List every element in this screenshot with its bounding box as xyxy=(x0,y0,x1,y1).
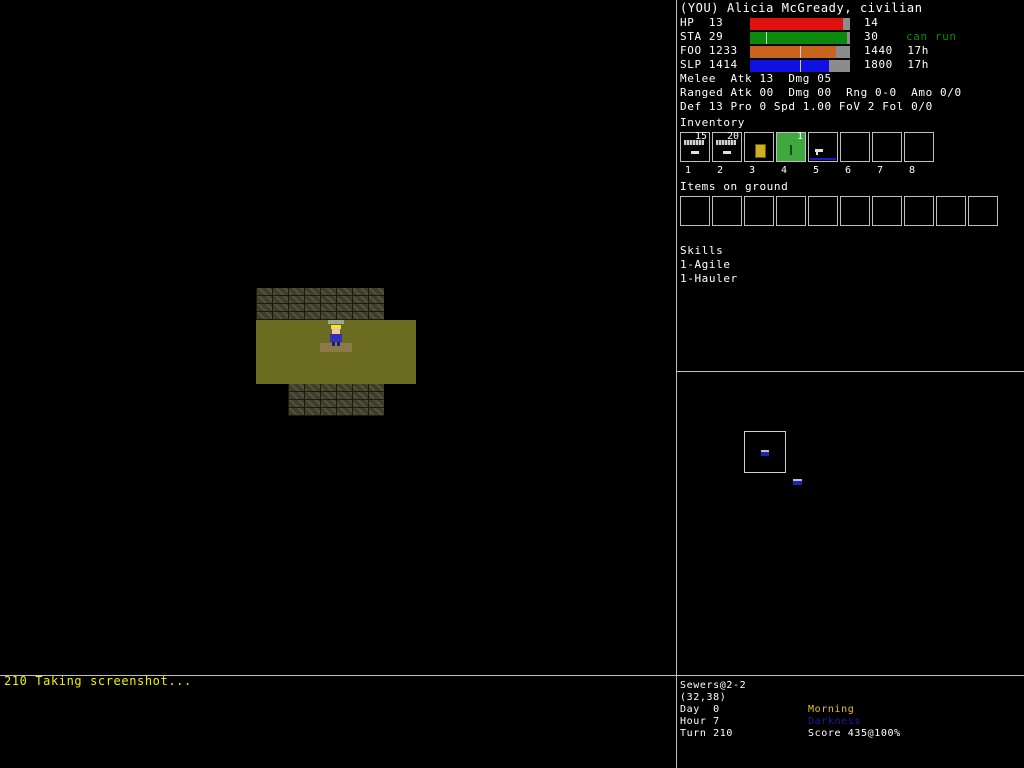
slot-number: 2 xyxy=(717,165,724,176)
ground-slot-8[interactable] xyxy=(904,196,934,226)
inventory-slot-8[interactable] xyxy=(904,132,934,162)
minimap-marker xyxy=(793,479,802,485)
ground-slot-9[interactable] xyxy=(936,196,966,226)
food-max: 1440 17h xyxy=(864,44,930,57)
pistol-icon xyxy=(691,151,699,154)
map-view[interactable] xyxy=(0,0,676,675)
inventory-slot-4[interactable]: 1 xyxy=(776,132,806,162)
game-screen: (YOU) Alicia McGready, civilian HP 13 14… xyxy=(0,0,1024,768)
skill-item: 1-Agile xyxy=(680,258,731,271)
sta-bar xyxy=(750,32,850,44)
ground-slot-3[interactable] xyxy=(744,196,774,226)
hp-max: 14 xyxy=(864,16,879,29)
slot-qty: 20 xyxy=(726,131,739,142)
knife-icon xyxy=(790,145,792,155)
sta-label: STA 29 xyxy=(680,30,724,43)
can-run-status: can run xyxy=(906,30,957,43)
food-bar xyxy=(750,46,850,58)
sewer-wall-bottom xyxy=(288,384,384,416)
ground-slot-2[interactable] xyxy=(712,196,742,226)
defense-stats: Def 13 Pro 0 Spd 1.00 FoV 2 Fol 0/0 xyxy=(680,100,933,113)
inventory-slot-6[interactable] xyxy=(840,132,870,162)
pistol-icon xyxy=(723,151,731,154)
message-line: 210 Taking screenshot... xyxy=(4,674,192,688)
ground-slot-7[interactable] xyxy=(872,196,902,226)
inventory-slot-2[interactable]: 20 xyxy=(712,132,742,162)
turn-text: Turn 210 xyxy=(680,728,733,739)
ranged-stats: Ranged Atk 00 Dmg 00 Rng 0-0 Amo 0/0 xyxy=(680,86,962,99)
minimap[interactable] xyxy=(677,372,1024,675)
inventory-slot-5[interactable] xyxy=(808,132,838,162)
sleep-max: 1800 17h xyxy=(864,58,930,71)
slot-number: 6 xyxy=(845,165,852,176)
ground-heading: Items on ground xyxy=(680,180,789,193)
melee-stats: Melee Atk 13 Dmg 05 xyxy=(680,72,832,85)
slot-qty: 15 xyxy=(694,131,707,142)
slot-number: 7 xyxy=(877,165,884,176)
character-title: (YOU) Alicia McGready, civilian xyxy=(680,1,923,15)
player-sprite[interactable] xyxy=(326,320,346,348)
inventory-heading: Inventory xyxy=(680,116,746,129)
ground-slot-10[interactable] xyxy=(968,196,998,226)
sewer-wall-top xyxy=(256,288,384,320)
score-text: Score 435@100% xyxy=(808,728,901,739)
pistol-grip-icon xyxy=(816,151,818,155)
food-label: FOO 1233 xyxy=(680,44,738,57)
sleep-label: SLP 1414 xyxy=(680,58,738,71)
food-can-icon xyxy=(755,144,766,158)
ground-slot-6[interactable] xyxy=(840,196,870,226)
skill-item: 1-Hauler xyxy=(680,272,738,285)
slot-number: 3 xyxy=(749,165,756,176)
inventory-slot-7[interactable] xyxy=(872,132,902,162)
ground-slot-1[interactable] xyxy=(680,196,710,226)
slot-number: 8 xyxy=(909,165,916,176)
sta-max: 30 xyxy=(864,30,879,43)
hp-label: HP 13 xyxy=(680,16,724,29)
slot-number: 5 xyxy=(813,165,820,176)
sleep-bar xyxy=(750,60,850,72)
hp-bar xyxy=(750,18,850,30)
ground-slot-5[interactable] xyxy=(808,196,838,226)
ground-slot-4[interactable] xyxy=(776,196,806,226)
minimap-player-marker xyxy=(761,450,769,456)
slot-number: 1 xyxy=(685,165,692,176)
slot-durability-bar xyxy=(810,158,836,160)
slot-number: 4 xyxy=(781,165,788,176)
slot-qty: 1 xyxy=(796,131,803,142)
inventory-slot-1[interactable]: 15 xyxy=(680,132,710,162)
skills-heading: Skills xyxy=(680,244,724,257)
inventory-slot-3[interactable] xyxy=(744,132,774,162)
